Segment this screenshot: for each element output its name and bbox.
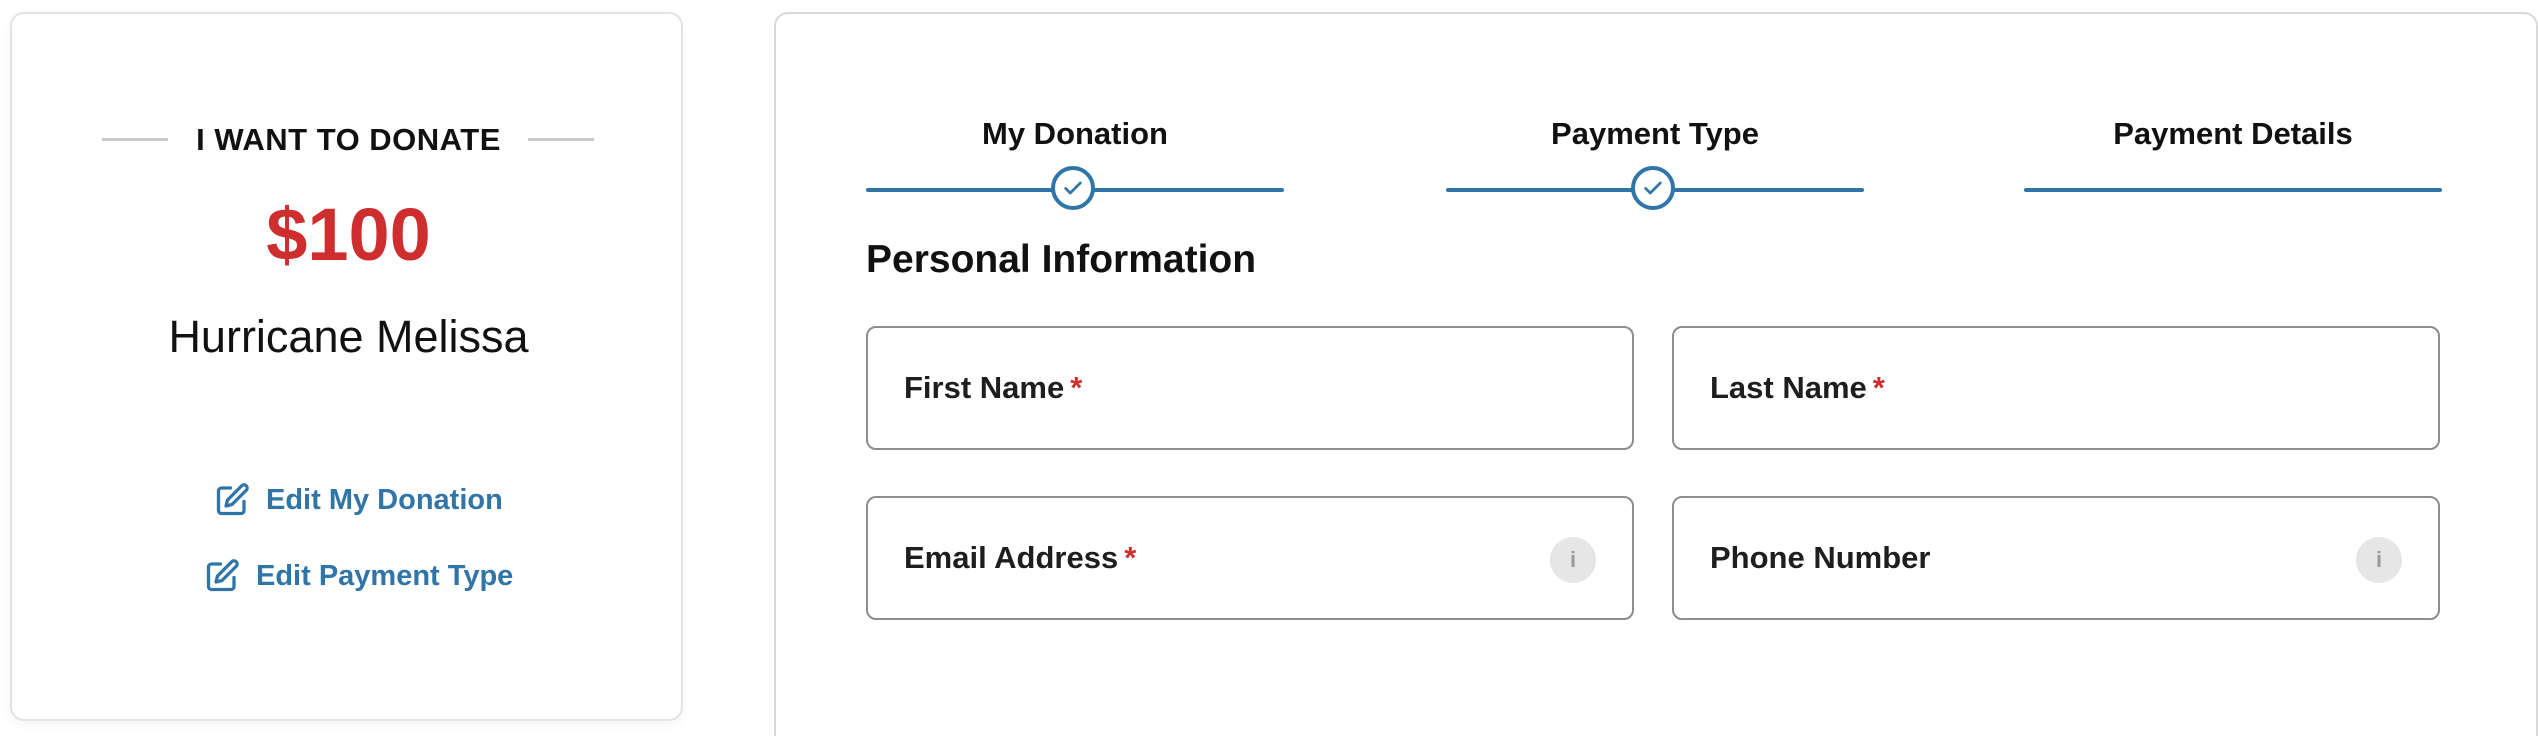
edit-donation-link[interactable]: Edit My Donation	[214, 482, 503, 518]
last-name-input[interactable]	[1674, 328, 2438, 448]
check-icon	[1631, 166, 1675, 210]
last-name-field[interactable]: Last Name *	[1672, 326, 2440, 450]
first-name-input[interactable]	[868, 328, 1632, 448]
heading-divider-right	[528, 138, 594, 141]
step-label: Payment Details	[2113, 116, 2353, 151]
phone-field[interactable]: Phone Number i	[1672, 496, 2440, 620]
first-name-field[interactable]: First Name *	[866, 326, 1634, 450]
edit-icon	[206, 559, 239, 592]
step-label: Payment Type	[1551, 116, 1759, 151]
donation-summary-card: I WANT TO DONATE $100 Hurricane Melissa …	[10, 12, 683, 721]
donation-form-card: My Donation Payment Type Payment Details…	[774, 12, 2538, 736]
info-icon[interactable]: i	[1550, 537, 1596, 583]
donation-amount: $100	[266, 193, 431, 276]
email-input[interactable]	[868, 498, 1632, 618]
edit-payment-type-label: Edit Payment Type	[256, 559, 514, 592]
step-label: My Donation	[982, 116, 1168, 151]
step-payment-details: Payment Details	[2024, 104, 2442, 214]
campaign-name: Hurricane Melissa	[168, 311, 529, 362]
edit-donation-label: Edit My Donation	[266, 483, 503, 516]
check-icon	[1051, 166, 1095, 210]
donation-page: I WANT TO DONATE $100 Hurricane Melissa …	[0, 0, 2538, 736]
step-progress-line	[2024, 188, 2442, 192]
edit-payment-type-link[interactable]: Edit Payment Type	[204, 558, 513, 594]
email-field[interactable]: Email Address * i	[866, 496, 1634, 620]
phone-input[interactable]	[1674, 498, 2438, 618]
edit-icon	[216, 483, 249, 516]
section-title: Personal Information	[866, 238, 1257, 281]
info-icon[interactable]: i	[2356, 537, 2402, 583]
step-my-donation[interactable]: My Donation	[866, 104, 1284, 214]
step-payment-type[interactable]: Payment Type	[1446, 104, 1864, 214]
